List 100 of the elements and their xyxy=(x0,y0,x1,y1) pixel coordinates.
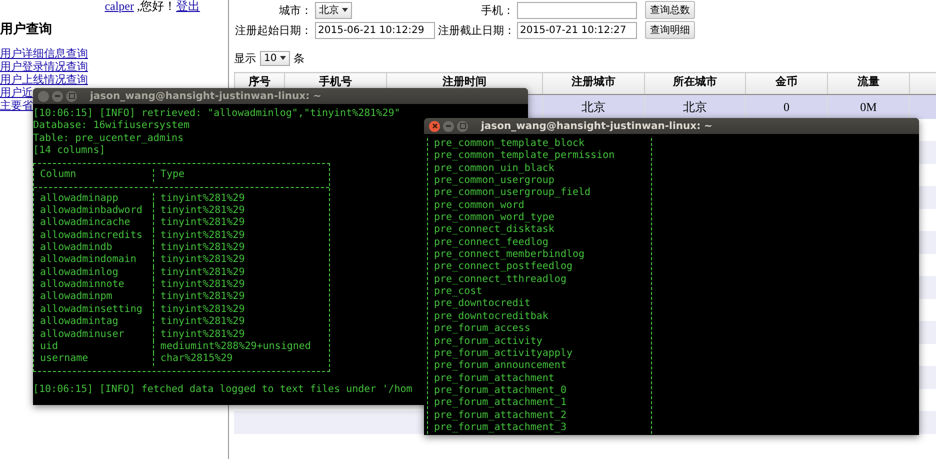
terminal-cell: allowadmindomain xyxy=(34,254,154,267)
city-select[interactable]: 北京 xyxy=(315,2,352,18)
terminal-cell-text: tinyint%281%29 xyxy=(159,328,246,341)
terminal-cell-text: pre_forum_attachment xyxy=(433,372,556,385)
terminal-cell: allowadminpm xyxy=(34,291,154,304)
column-header[interactable]: 手机号 xyxy=(319,76,352,88)
terminal-cell-text: pre_common_word xyxy=(433,200,526,212)
caret-icon xyxy=(342,8,348,12)
terminal-window[interactable] xyxy=(424,118,919,435)
minimize-icon[interactable] xyxy=(443,120,454,132)
window-title: jason_wang@hansight-justinwan-linux: ~ xyxy=(90,90,322,102)
terminal-cell-text: pre_forum_access xyxy=(433,323,532,336)
terminal-cell: allowadminbadword xyxy=(34,205,154,218)
phone-field[interactable] xyxy=(517,2,637,18)
terminal-cell-text: char%2815%29 xyxy=(159,353,234,366)
username-link[interactable]: calper xyxy=(104,0,134,13)
terminal-cell-text: tinyint%281%29 xyxy=(159,254,246,267)
terminal-cell-text: tinyint%281%29 xyxy=(159,316,246,328)
maximize-icon[interactable] xyxy=(457,120,468,132)
terminal-cell-text: pre_forum_attachment_0 xyxy=(433,384,568,397)
greeting-text: ,您好！ xyxy=(136,0,176,13)
terminal-line: [14 columns] xyxy=(33,145,106,158)
sidebar-title: 用户查询 xyxy=(0,22,53,38)
sidebar-link[interactable]: 用户登录情况查询 xyxy=(0,60,88,73)
maximize-icon[interactable] xyxy=(66,90,77,102)
terminal-cell-text: tinyint%281%29 xyxy=(159,217,246,230)
terminal-cell: allowadmincache xyxy=(34,217,154,230)
terminal-cell-text: pre_forum_attachment_1 xyxy=(433,397,568,410)
show-label: 显示 xyxy=(234,50,256,66)
terminal-column-header: Type xyxy=(159,169,186,182)
terminal-cell-text: tinyint%281%29 xyxy=(159,205,246,217)
end-date-field[interactable]: 2015-07-21 10:12:27 xyxy=(517,22,637,38)
terminal-cell-text: pre_forum_activity xyxy=(433,336,544,348)
terminal-cell: allowadminlog xyxy=(34,266,154,280)
terminal-cell-text: pre_common_usergroup xyxy=(433,175,556,187)
terminal-cell-text: tinyint%281%29 xyxy=(159,266,246,279)
terminal-cell: allowadminapp xyxy=(34,192,154,206)
column-header[interactable]: 金币 xyxy=(776,76,798,88)
sidebar-link[interactable]: 用户上线情况查询 xyxy=(0,73,88,86)
terminal-cell-text: pre_common_usergroup_field xyxy=(433,187,592,200)
terminal-cell-text: pre_forum_announcement xyxy=(433,360,568,373)
start-date-label: 注册起始日期： xyxy=(234,22,312,38)
table-cell: 北京 xyxy=(644,94,746,119)
terminal-column-header: Column xyxy=(34,169,154,182)
terminal-cell: allowadmincredits xyxy=(34,230,154,242)
terminal-cell-text: pre_connect_feedlog xyxy=(433,236,550,249)
terminal-cell-text: tinyint%281%29 xyxy=(159,242,246,254)
terminal-cell-text: pre_connect_disktask xyxy=(433,224,556,237)
caret-icon xyxy=(280,56,286,60)
window-title: jason_wang@hansight-justinwan-linux: ~ xyxy=(481,120,712,132)
start-date-field[interactable]: 2015-06-21 10:12:29 xyxy=(315,22,435,38)
terminal-cell-text: pre_common_uin_black xyxy=(433,162,556,176)
terminal-cell-text: pre_connect_tthreadlog xyxy=(433,274,568,286)
count-button[interactable]: 查询总数 xyxy=(645,1,695,19)
sidebar-link[interactable]: 主要省 xyxy=(0,99,33,112)
terminal-cell-text: tinyint%281%29 xyxy=(159,279,246,291)
terminal-cell-text: pre_downtocredit xyxy=(433,298,532,311)
terminal-cell: allowadmintag xyxy=(34,316,154,328)
phone-label: 手机： xyxy=(480,2,514,18)
column-header[interactable]: 注册时间 xyxy=(442,76,486,88)
terminal-cell-text: pre_connect_postfeedlog xyxy=(433,261,574,274)
sidebar-link[interactable]: 用户近 xyxy=(0,86,33,99)
terminal-line: [10:06:15] [INFO] fetched data logged to text files under '/hom xyxy=(33,384,412,396)
terminal-cell-text: tinyint%281%29 xyxy=(159,291,246,304)
terminal-cell-text: pre_common_template_block xyxy=(433,138,586,150)
terminal-cell-text: mediumint%288%29+unsigned xyxy=(159,340,312,353)
logout-link[interactable]: 登出 xyxy=(176,0,200,13)
terminal-line: [10:06:15] [INFO] retrieved: "allowadminlog","tinyint%281%29" xyxy=(33,108,400,120)
rows-label: 条 xyxy=(294,50,305,66)
city-label: 城市： xyxy=(278,2,312,18)
end-date-label: 注册截止日期： xyxy=(438,22,514,38)
terminal-cell-text: pre_common_word_type xyxy=(433,212,556,224)
column-header[interactable]: 流量 xyxy=(858,76,880,88)
terminal-cell-text: tinyint%281%29 xyxy=(159,304,246,316)
page-size-select[interactable]: 10 xyxy=(260,50,290,66)
terminal-cell-text: pre_cost xyxy=(433,286,484,298)
terminal-line: Table: pre_ucenter_admins xyxy=(33,132,184,145)
terminal-cell-text: pre_forum_attachment_3 xyxy=(433,422,568,434)
terminal-cell: username xyxy=(34,353,154,366)
close-icon[interactable] xyxy=(429,120,440,132)
terminal-cell: allowadminnote xyxy=(34,279,154,292)
terminal-cell: allowadmindb xyxy=(34,242,154,254)
terminal-cell: allowadminuser xyxy=(34,328,154,341)
table-cell: 0 xyxy=(746,94,828,119)
terminal-cell-text: pre_downtocreditbak xyxy=(433,310,550,323)
minimize-icon[interactable] xyxy=(52,90,63,102)
terminal-cell-text: tinyint%281%29 xyxy=(159,230,246,242)
terminal-line: Database: 16wifiusersystem xyxy=(33,120,190,133)
terminal-cell: uid xyxy=(34,340,154,354)
terminal-cell-text: pre_connect_memberbindlog xyxy=(433,249,586,261)
terminal-cell-text: pre_forum_activityapply xyxy=(433,348,574,360)
terminal-cell-text: tinyint%281%29 xyxy=(159,192,246,205)
detail-button[interactable]: 查询明细 xyxy=(645,21,695,39)
terminal-cell-text: pre_common_template_permission xyxy=(433,150,616,163)
terminal-cell: allowadminsetting xyxy=(34,304,154,316)
terminal-cell-text: pre_forum_attachment_2 xyxy=(433,410,568,422)
table-cell: 0M xyxy=(828,94,910,119)
sidebar-link[interactable]: 用户详细信息查询 xyxy=(0,47,88,60)
close-icon[interactable] xyxy=(38,90,49,102)
table-cell: 北京 xyxy=(542,94,644,119)
